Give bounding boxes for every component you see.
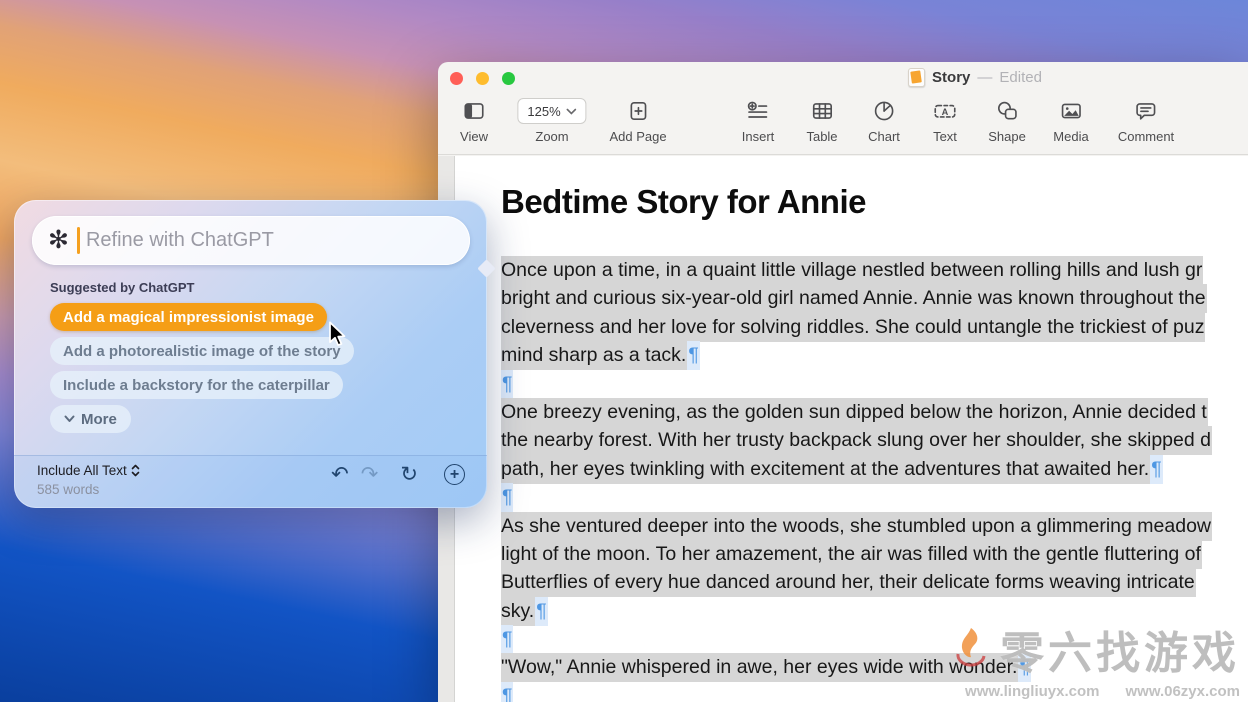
toolbar-chart-button[interactable]: Chart [868, 98, 900, 144]
document-line[interactable]: Butterflies of every hue danced around h… [501, 568, 1248, 596]
document-line[interactable]: ¶ [501, 625, 1248, 653]
document-title: Story [932, 69, 970, 86]
document-line[interactable]: the nearby forest. With her trusty backp… [501, 426, 1248, 454]
undo-button[interactable]: ↶ [331, 464, 349, 485]
window-title: Story — Edited [908, 68, 1042, 87]
minimize-button[interactable] [476, 72, 489, 85]
toolbar-insert-button[interactable]: Insert [742, 98, 775, 144]
toolbar-text-button[interactable]: A Text [932, 98, 958, 144]
word-count: 585 words [37, 482, 99, 497]
mouse-cursor [324, 320, 350, 353]
toolbar-add-page-button[interactable]: Add Page [609, 98, 666, 144]
edited-status: Edited [999, 69, 1042, 86]
pilcrow-mark: ¶ [501, 483, 513, 512]
toolbar-shape-button[interactable]: Shape [988, 98, 1026, 144]
pages-document-icon [908, 68, 925, 87]
suggested-by-label: Suggested by ChatGPT [50, 280, 194, 295]
more-button[interactable]: More [50, 405, 131, 433]
document-heading[interactable]: Bedtime Story for Annie [501, 183, 866, 221]
pilcrow-mark: ¶ [1150, 455, 1162, 484]
chevron-down-icon [64, 415, 75, 423]
toolbar: View 125% Zoom Add Page Insert [438, 92, 1248, 155]
pilcrow-mark: ¶ [501, 370, 513, 399]
zoom-value: 125% [527, 104, 560, 119]
up-down-chevrons-icon [131, 464, 140, 477]
close-button[interactable] [450, 72, 463, 85]
zoom-window-button[interactable] [502, 72, 515, 85]
desktop: Story — Edited View 125% Zoom [0, 0, 1248, 702]
document-line[interactable]: Once upon a time, in a quaint little vil… [501, 256, 1248, 284]
chevron-down-icon [567, 108, 577, 115]
document-line[interactable]: ¶ [501, 682, 1248, 702]
suggestion-magical-impressionist-image[interactable]: Add a magical impressionist image [50, 303, 327, 331]
document-line[interactable]: cleverness and her love for solving ridd… [501, 313, 1248, 341]
redo-button[interactable]: ↷ [361, 464, 379, 485]
suggestion-backstory-caterpillar[interactable]: Include a backstory for the caterpillar [50, 371, 343, 399]
document-area: Bedtime Story for Annie Once upon a time… [438, 156, 1248, 702]
add-button[interactable]: + [444, 464, 465, 485]
document-line[interactable]: ¶ [501, 370, 1248, 398]
title-separator: — [977, 69, 992, 86]
document-line[interactable]: path, her eyes twinkling with excitement… [501, 455, 1248, 483]
media-icon [1059, 98, 1083, 124]
text-icon: A [932, 98, 958, 124]
panel-footer: Include All Text 585 words ↶ ↷ ↻ + [14, 455, 487, 508]
zoom-dropdown[interactable]: 125% [517, 98, 586, 124]
toolbar-view-button[interactable]: View [460, 98, 488, 144]
toolbar-table-button[interactable]: Table [806, 98, 837, 144]
document-body[interactable]: Once upon a time, in a quaint little vil… [501, 256, 1248, 702]
document-line[interactable]: bright and curious six-year-old girl nam… [501, 284, 1248, 312]
refine-input[interactable]: ✻ Refine with ChatGPT [32, 216, 470, 265]
toolbar-comment-button[interactable]: Comment [1118, 98, 1174, 144]
document-line[interactable]: As she ventured deeper into the woods, s… [501, 512, 1248, 540]
document-line[interactable]: One breezy evening, as the golden sun di… [501, 398, 1248, 426]
document-line[interactable]: sky.¶ [501, 597, 1248, 625]
toolbar-zoom-control[interactable]: 125% Zoom [517, 98, 586, 144]
document-line[interactable]: ¶ [501, 483, 1248, 511]
svg-text:A: A [942, 107, 949, 117]
document-line[interactable]: light of the moon. To her amazement, the… [501, 540, 1248, 568]
document-page[interactable]: Bedtime Story for Annie Once upon a time… [455, 156, 1248, 702]
pilcrow-mark: ¶ [1018, 653, 1030, 682]
shape-icon [995, 98, 1019, 124]
table-icon [810, 98, 834, 124]
text-caret [77, 227, 80, 254]
pilcrow-mark: ¶ [687, 341, 699, 370]
comment-icon [1134, 98, 1158, 124]
chatgpt-refine-panel: ✻ Refine with ChatGPT Suggested by ChatG… [14, 200, 487, 508]
openai-logo-icon: ✻ [48, 228, 69, 253]
document-line[interactable]: "Wow," Annie whispered in awe, her eyes … [501, 653, 1248, 681]
pilcrow-mark: ¶ [501, 625, 513, 654]
pages-window: Story — Edited View 125% Zoom [438, 62, 1248, 702]
insert-icon [746, 98, 770, 124]
title-bar: Story — Edited [438, 62, 1248, 92]
pilcrow-mark: ¶ [501, 682, 513, 702]
add-page-icon [626, 98, 650, 124]
pilcrow-mark: ¶ [535, 597, 547, 626]
footer-actions: ↶ ↷ ↻ + [331, 464, 465, 485]
include-all-text-selector[interactable]: Include All Text [37, 463, 140, 478]
retry-button[interactable]: ↻ [400, 464, 418, 485]
view-sidebar-icon [462, 98, 486, 124]
document-line[interactable]: mind sharp as a tack.¶ [501, 341, 1248, 369]
toolbar-media-button[interactable]: Media [1053, 98, 1088, 144]
suggestion-photorealistic-image[interactable]: Add a photorealistic image of the story [50, 337, 354, 365]
chart-icon [872, 98, 896, 124]
refine-input-placeholder: Refine with ChatGPT [86, 229, 274, 252]
